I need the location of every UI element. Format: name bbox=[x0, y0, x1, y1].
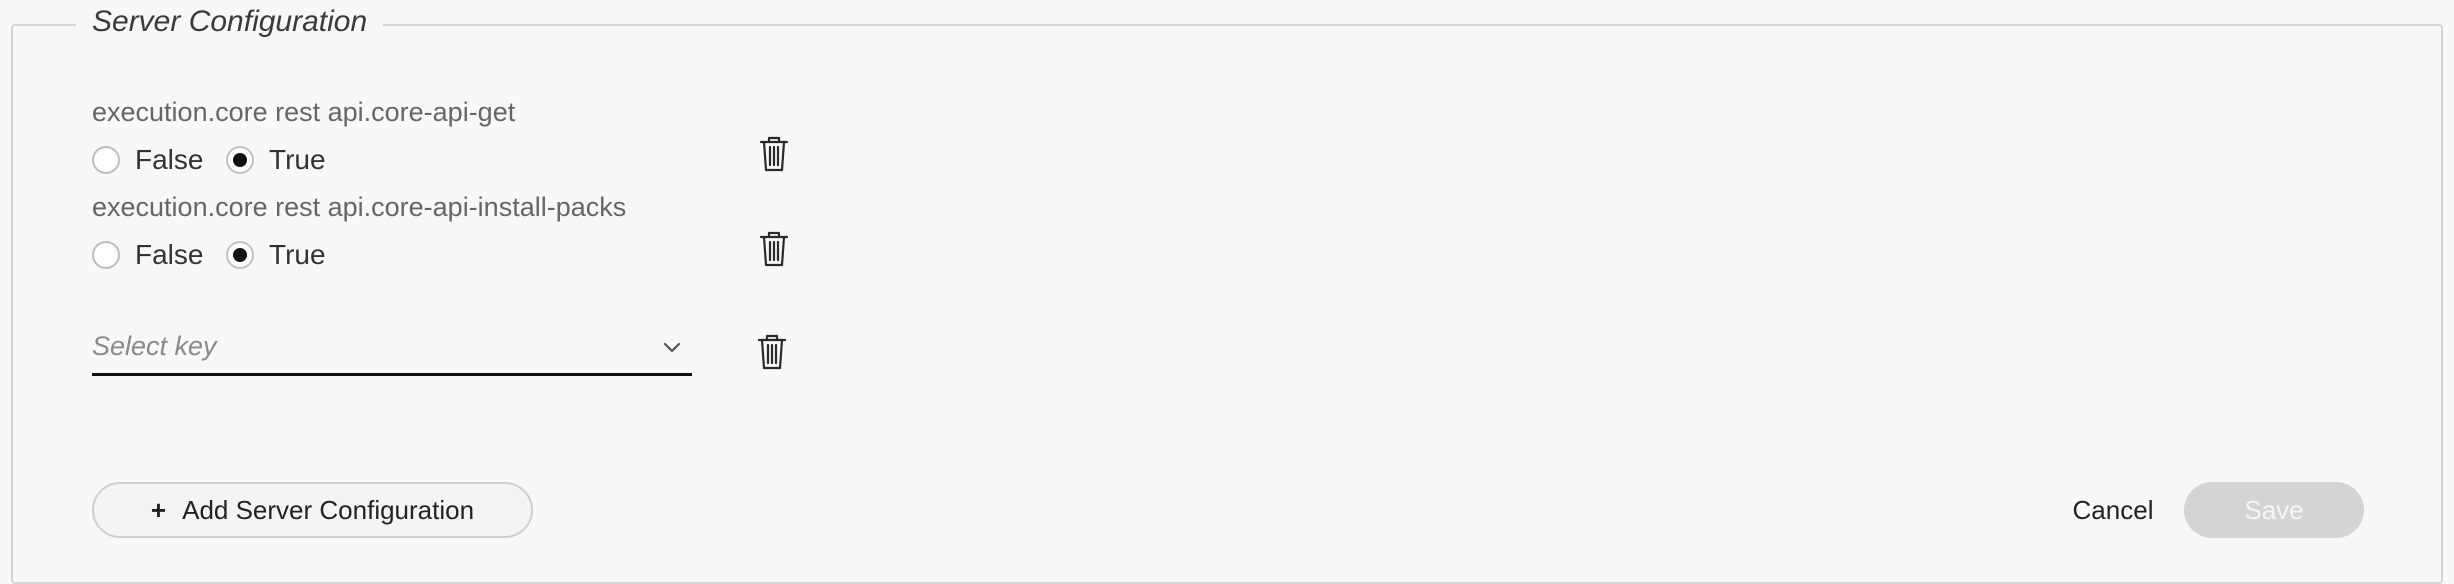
radio-false-label: False bbox=[135, 239, 204, 270]
radio-true-core-api-get[interactable]: True bbox=[226, 144, 326, 176]
cancel-button[interactable]: Cancel bbox=[2060, 484, 2166, 536]
radio-circle-checked[interactable] bbox=[226, 241, 254, 269]
radio-false-core-api-get[interactable]: False bbox=[92, 144, 203, 176]
radio-true-label: True bbox=[269, 144, 326, 175]
radio-false-core-api-install-packs[interactable]: False bbox=[92, 239, 203, 271]
radio-circle-unchecked[interactable] bbox=[92, 241, 120, 269]
setting-label-core-api-install-packs: execution.core rest api.core-api-install… bbox=[92, 192, 627, 222]
setting-label-core-api-get: execution.core rest api.core-api-get bbox=[92, 97, 516, 127]
select-key-placeholder: Select key bbox=[92, 331, 217, 361]
select-key-dropdown[interactable]: Select key bbox=[92, 326, 692, 376]
radio-true-core-api-install-packs[interactable]: True bbox=[226, 239, 326, 271]
save-button[interactable]: Save bbox=[2184, 482, 2364, 538]
radio-true-label: True bbox=[269, 239, 326, 270]
add-server-configuration-label: Add Server Configuration bbox=[182, 495, 475, 525]
plus-icon: + bbox=[150, 495, 167, 525]
radio-circle-unchecked[interactable] bbox=[92, 146, 120, 174]
trash-icon[interactable] bbox=[759, 231, 789, 267]
radio-false-label: False bbox=[135, 144, 204, 175]
add-server-configuration-button[interactable]: + Add Server Configuration bbox=[92, 482, 533, 538]
trash-icon[interactable] bbox=[757, 334, 787, 370]
radio-circle-checked[interactable] bbox=[226, 146, 254, 174]
trash-icon[interactable] bbox=[759, 136, 789, 172]
chevron-down-icon[interactable] bbox=[662, 340, 682, 354]
section-title: Server Configuration bbox=[76, 2, 384, 42]
